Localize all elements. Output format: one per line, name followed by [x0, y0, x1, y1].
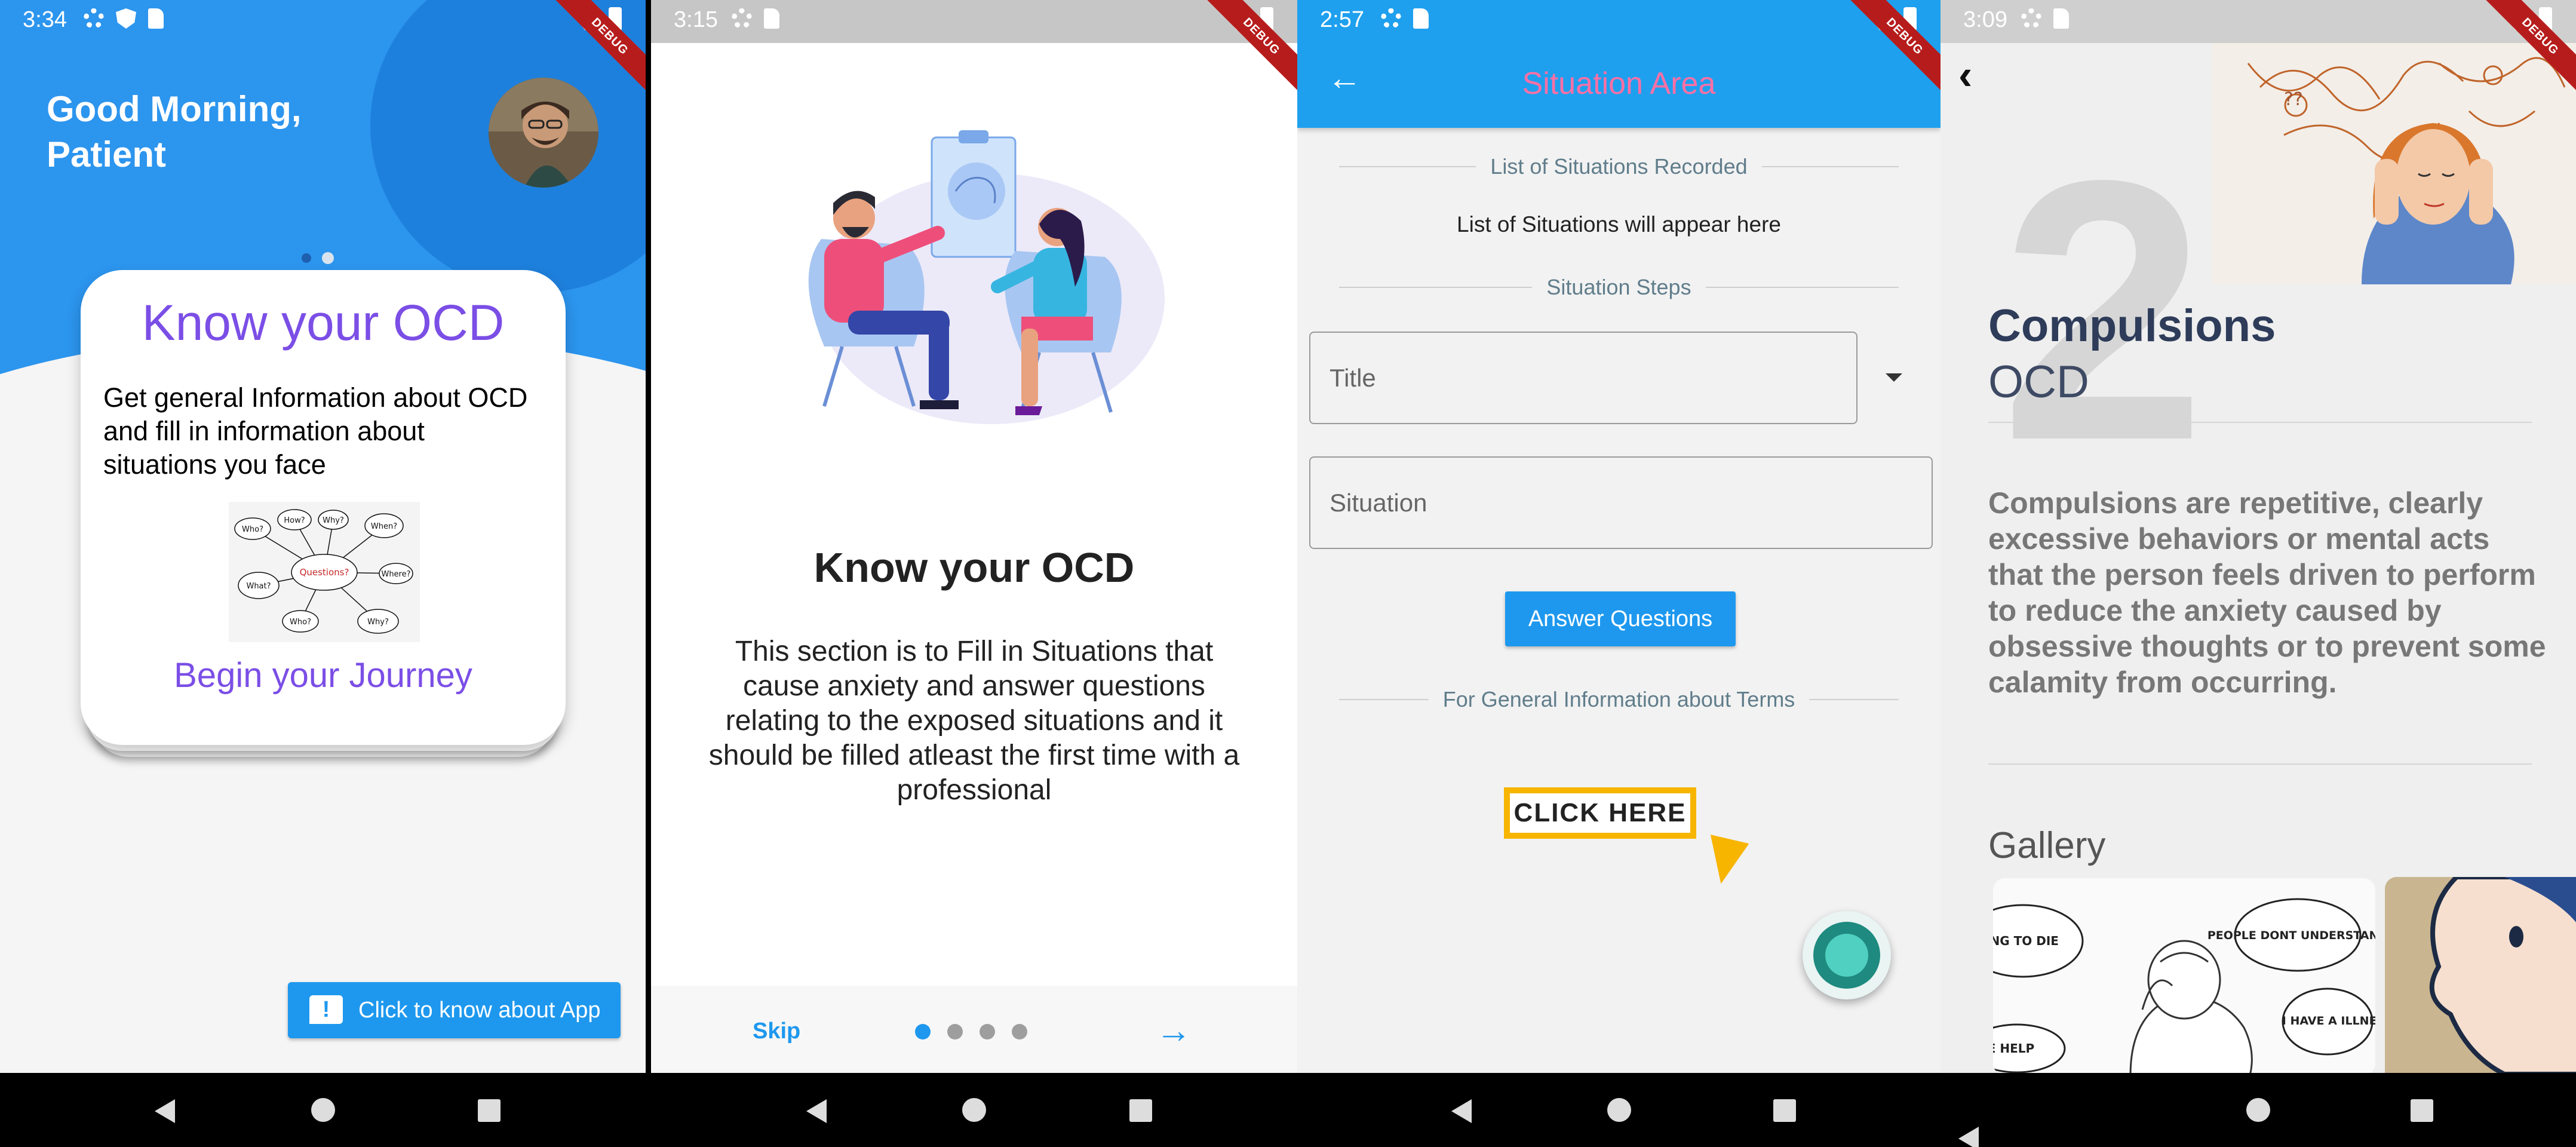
- onboarding-description: This section is to Fill in Situations th…: [708, 636, 1240, 806]
- onboarding-footer: Skip →: [651, 986, 1297, 1081]
- nav-back-icon[interactable]: [1451, 1099, 1472, 1123]
- about-app-button[interactable]: ! Click to know about App: [288, 982, 621, 1038]
- svg-text:Where?: Where?: [381, 570, 410, 579]
- system-nav-bar: [0, 1073, 646, 1147]
- carousel-dot-active: [322, 252, 334, 264]
- status-time: 3:09: [1963, 7, 2007, 32]
- avatar[interactable]: [489, 78, 598, 188]
- feedback-icon: !: [309, 995, 343, 1024]
- section-recorded-header: List of Situations Recorded: [1339, 154, 1899, 179]
- nav-home-icon[interactable]: [311, 1098, 335, 1122]
- settings-status-icon: [732, 8, 752, 29]
- topic-description: Compulsions are repetitive, clearly exce…: [1988, 486, 2546, 699]
- situations-empty-text: List of Situations will appear here: [1457, 212, 1781, 237]
- onboarding-screen: 3:15 DEBUG Know your OCD This section is…: [651, 0, 1297, 1147]
- pointer-arrow-icon: [1710, 827, 1757, 884]
- compulsions-screen: 3:09 DEBUG ?? ‹ 2 Compulsions OCD Compul…: [1941, 0, 2576, 1147]
- divider: [1988, 422, 2532, 423]
- nav-recents-icon[interactable]: [1773, 1099, 1796, 1122]
- carousel-indicator: [302, 252, 334, 264]
- nav-recents-icon[interactable]: [1129, 1099, 1152, 1122]
- status-bar: 2:57: [1297, 0, 1941, 39]
- therapy-illustration: [759, 119, 1212, 454]
- gallery-image-1[interactable]: OING TO DIE PEOPLE DONT UNDERSTAND I HAV…: [1993, 878, 2375, 1075]
- nav-recents-icon[interactable]: [477, 1099, 501, 1122]
- situation-input[interactable]: Situation: [1309, 456, 1933, 549]
- page-dot: [1012, 1024, 1027, 1039]
- status-time: 2:57: [1320, 7, 1364, 32]
- sim-status-icon: [1413, 8, 1429, 29]
- begin-journey-link[interactable]: Begin your Journey: [81, 655, 566, 695]
- sim-status-icon: [2053, 8, 2069, 29]
- nav-home-icon[interactable]: [962, 1098, 986, 1122]
- back-chevron-icon[interactable]: ‹: [1958, 54, 1972, 96]
- skip-button[interactable]: Skip: [753, 1019, 800, 1044]
- section-steps-header: Situation Steps: [1339, 275, 1899, 300]
- svg-text:??: ??: [2284, 89, 2303, 110]
- settings-status-icon: [2021, 8, 2041, 29]
- greeting-text: Good Morning, Patient: [47, 89, 302, 174]
- page-dot: [980, 1024, 995, 1039]
- nav-home-icon[interactable]: [2246, 1098, 2270, 1122]
- gallery-heading: Gallery: [1988, 825, 2106, 866]
- onboarding-title: Know your OCD: [813, 544, 1135, 591]
- about-app-label: Click to know about App: [358, 997, 601, 1023]
- svg-text:What?: What?: [246, 582, 271, 591]
- svg-text:Why?: Why?: [367, 618, 389, 627]
- shield-status-icon: [116, 8, 136, 29]
- click-here-button[interactable]: CLICK HERE: [1504, 787, 1696, 839]
- section-terms-header: For General Information about Terms: [1339, 687, 1899, 712]
- settings-status-icon: [1381, 8, 1401, 29]
- nav-back-icon[interactable]: [155, 1099, 176, 1123]
- title-input[interactable]: Title: [1309, 332, 1857, 424]
- status-bar: 3:15: [651, 0, 1297, 43]
- svg-text:Questions?: Questions?: [300, 567, 349, 578]
- status-bar: 3:09: [1941, 0, 2576, 43]
- settings-status-icon: [84, 8, 104, 29]
- system-nav-bar: [1941, 1073, 2576, 1147]
- situation-area-screen: ← Situation Area 2:57 DEBUG List of Situ…: [1297, 0, 1941, 1147]
- svg-text:When?: When?: [371, 522, 397, 531]
- gallery-image-2[interactable]: [2385, 877, 2576, 1074]
- page-title: Situation Area: [1522, 66, 1716, 101]
- title-dropdown-icon[interactable]: [1886, 373, 1902, 382]
- next-arrow-icon[interactable]: →: [1156, 1010, 1192, 1051]
- svg-text:PEOPLE DONT UNDERSTAND: PEOPLE DONT UNDERSTAND: [2207, 929, 2375, 942]
- nav-back-icon[interactable]: [1958, 1127, 1979, 1147]
- floating-action-button[interactable]: [1803, 911, 1891, 999]
- svg-text:Why?: Why?: [323, 516, 344, 525]
- card-title: Know your OCD: [142, 295, 505, 351]
- header-illustration: ??: [2212, 39, 2576, 284]
- status-time: 3:34: [23, 7, 67, 32]
- nav-home-icon[interactable]: [1607, 1098, 1631, 1122]
- avatar-photo: [489, 78, 598, 188]
- nav-back-icon[interactable]: [806, 1099, 827, 1123]
- divider: [1988, 763, 2532, 765]
- svg-text:E HELP: E HELP: [1993, 1041, 2034, 1056]
- answer-questions-button[interactable]: Answer Questions: [1505, 591, 1736, 646]
- system-nav-bar: [1297, 1073, 1941, 1147]
- status-time: 3:15: [674, 7, 718, 32]
- svg-text:How?: How?: [284, 516, 305, 525]
- system-nav-bar: [651, 1073, 1297, 1147]
- svg-text:OING TO DIE: OING TO DIE: [1993, 934, 2059, 948]
- carousel-dot: [302, 253, 311, 263]
- svg-text:Who?: Who?: [242, 525, 263, 534]
- topic-subtitle: OCD: [1988, 357, 2089, 407]
- sim-status-icon: [764, 8, 779, 29]
- svg-text:Who?: Who?: [290, 618, 311, 627]
- card-description: Get general Information about OCD and fi…: [103, 382, 528, 480]
- questions-image: Who? How? Why? When? What? Where? Who? W…: [229, 502, 420, 642]
- sim-status-icon: [148, 8, 164, 29]
- home-screen: 3:34 DEBUG Good Morning, Patient Know yo…: [0, 0, 646, 1147]
- know-ocd-card[interactable]: Know your OCD Get general Information ab…: [81, 270, 566, 757]
- page-dot: [947, 1024, 963, 1039]
- nav-recents-icon[interactable]: [2411, 1099, 2434, 1122]
- status-bar: 3:34: [0, 0, 646, 39]
- topic-title: Compulsions: [1988, 300, 2276, 351]
- page-indicator: [915, 1024, 1027, 1039]
- page-dot-active: [915, 1024, 931, 1039]
- svg-text:I HAVE A ILLNES: I HAVE A ILLNES: [2282, 1014, 2375, 1028]
